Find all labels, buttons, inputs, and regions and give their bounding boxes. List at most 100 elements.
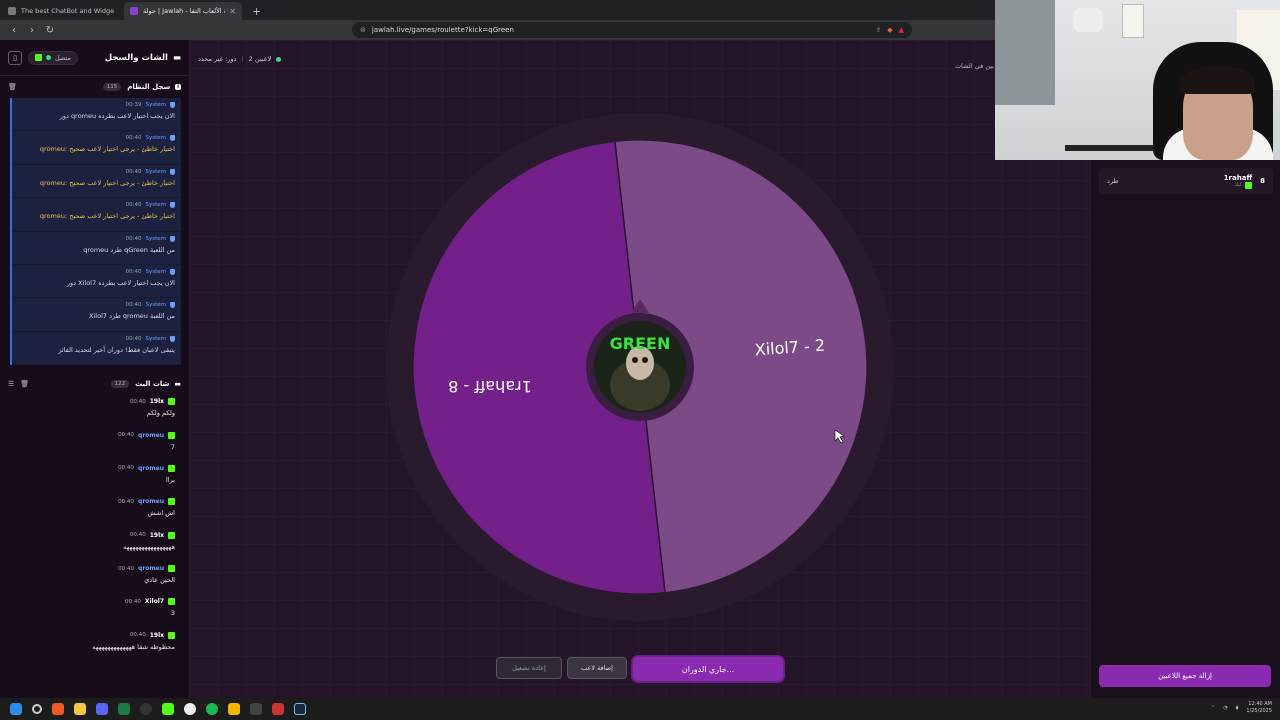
shield-icon	[170, 202, 175, 209]
app-icon[interactable]	[272, 703, 284, 715]
shield-icon	[170, 235, 175, 242]
close-tab-icon[interactable]: ✕	[229, 7, 236, 16]
excel-icon[interactable]	[118, 703, 130, 715]
status-dot-icon	[46, 55, 51, 60]
obs-icon[interactable]	[140, 703, 152, 715]
back-icon[interactable]: ‹	[6, 25, 22, 36]
chat-time: 00:40	[129, 532, 146, 539]
kick-badge-icon	[168, 498, 175, 506]
log-time: 00:40	[125, 202, 142, 209]
chat-message: 00:40 19lx محظوظه شقا هههههههههههههه	[0, 629, 189, 662]
live-chat-title: شات البث	[135, 380, 170, 389]
kick-badge-icon	[168, 531, 175, 539]
folder-icon[interactable]	[74, 703, 86, 715]
shield-icon	[170, 168, 175, 175]
remove-all-players-button[interactable]: إزالة جميع اللاعبين	[1099, 665, 1271, 687]
controller-on-wall	[1073, 8, 1103, 32]
shield-icon	[170, 335, 175, 342]
chat-username[interactable]: qromeu	[138, 432, 164, 439]
discord-icon[interactable]	[96, 703, 108, 715]
search-icon[interactable]	[32, 704, 42, 714]
chat-time: 00:40	[129, 398, 146, 405]
live-chat-count: 122	[110, 380, 130, 389]
windows-taskbar: ⌃ ◔ ◖ 12:40 AM 1/25/2025	[0, 698, 1280, 720]
system-log-item: 00:40 System Xilol7 طرد qromeu من اللعبة	[12, 298, 181, 332]
roulette-wheel[interactable]: 1rahaff - 8 Xilol7 - 2 GREEN	[386, 113, 894, 625]
reset-button[interactable]: إعادة تشغيل	[496, 657, 562, 679]
trash-icon[interactable]: 🗑	[20, 380, 29, 388]
log-text: Xilol7 طرد qromeu من اللعبة	[89, 312, 175, 321]
kick-icon	[1245, 181, 1253, 189]
chat-username[interactable]: 19lx	[150, 632, 164, 639]
sidebar-toggle-icon[interactable]: ▯	[8, 50, 22, 65]
log-time: 00:40	[125, 168, 142, 175]
player-platform: كيك	[1234, 182, 1243, 188]
chat-text: محظوظه شقا هههههههههههههه	[92, 642, 175, 651]
system-log-item: 00:40 System يتبقى لاعبان فقط! دوران أخير …	[12, 331, 181, 366]
volume-icon[interactable]: ◖	[1236, 705, 1239, 711]
tray-chevron-icon[interactable]: ⌃	[1211, 705, 1215, 711]
kick-badge-icon	[168, 565, 175, 573]
chat-username[interactable]: Xilol7	[145, 598, 164, 605]
brave-icon[interactable]	[52, 703, 64, 715]
system-log-item: 00:40 System qromeu طرد qGreen من اللعبة	[12, 231, 181, 265]
chat-time: 00:40	[118, 498, 135, 505]
network-icon[interactable]: ◔	[1223, 705, 1227, 711]
list-icon[interactable]: ☰	[8, 380, 14, 388]
kick-app-icon[interactable]	[162, 703, 174, 715]
chat-text: 7	[170, 442, 175, 451]
new-tab-icon[interactable]: +	[252, 5, 261, 18]
log-text: qromeu: اختيار خاطئ - يرجى اختيار لاعب ص…	[39, 145, 175, 154]
sidebar-title: الشات والسجل ▬	[104, 52, 181, 63]
chat-username[interactable]: qromeu	[138, 565, 164, 572]
site-info-icon[interactable]: ⊜	[360, 26, 366, 34]
browser-tab[interactable]: The best ChatBot and Widgets for Ki	[2, 2, 120, 20]
log-text: دور Xilol7 الان يجب اختيار لاعب بطرده	[66, 278, 175, 287]
chat-message: 00:40 19lx ههههههههههههههههه	[0, 529, 189, 562]
brave-rewards-icon[interactable]: ▲	[899, 26, 904, 34]
live-chat-header: ☰ 🗑 122 شات البث ▬	[0, 373, 189, 395]
log-text: دور qromeu الان يجب اختيار لاعب بطرده	[59, 112, 175, 120]
chat-text: ولكم ولكم	[146, 409, 175, 418]
share-icon[interactable]: ⇪	[875, 26, 881, 34]
forward-icon[interactable]: ›	[24, 25, 40, 36]
start-icon[interactable]	[10, 703, 22, 715]
kick-badge-icon	[168, 598, 175, 606]
shield-icon	[170, 135, 175, 142]
kick-player-button[interactable]: طرد	[1107, 177, 1119, 185]
reload-icon[interactable]: ↻	[42, 25, 58, 36]
log-time: 00:40	[125, 302, 142, 309]
player-entries: 8	[1260, 177, 1265, 185]
spotify-icon[interactable]	[206, 703, 218, 715]
steam-icon[interactable]	[294, 703, 306, 715]
chat-username[interactable]: 19lx	[150, 532, 164, 539]
brave-shield-icon[interactable]: ◆	[887, 26, 892, 34]
shield-icon	[170, 268, 175, 275]
kick-badge-icon	[168, 464, 175, 472]
screen: { "browser": { "tabs": [ {"title": "The …	[0, 0, 1280, 720]
kick-icon	[35, 54, 42, 61]
chat-message: 00:40 Xilol7 3	[0, 595, 189, 628]
system-log-title: سجل النظام	[127, 83, 171, 91]
app-icon[interactable]	[228, 703, 240, 715]
chat-username[interactable]: 19lx	[150, 398, 164, 405]
chat-message: 00:40 qromeu اش اشش	[0, 495, 189, 528]
clock[interactable]: 12:40 AM 1/25/2025	[1246, 701, 1272, 715]
chat-username[interactable]: qromeu	[138, 465, 164, 472]
spin-button[interactable]: جاري الدوران...	[633, 657, 783, 681]
chat-username[interactable]: qromeu	[138, 498, 164, 505]
chatgpt-icon[interactable]	[184, 703, 196, 715]
chat-time: 00:40	[118, 565, 135, 572]
app-icon[interactable]	[250, 703, 262, 715]
game-status-bar: دور: غير محدد | 2 لاعبين	[198, 55, 282, 63]
browser-tab-active[interactable]: جولة | Jawlah - منصة الألعاب التفا ✕	[124, 2, 242, 20]
add-player-button[interactable]: إضافة لاعب	[567, 657, 627, 679]
chat-text: اش اشش	[147, 509, 175, 518]
streamer-hair	[1181, 66, 1255, 94]
url-text: jawlah.live/games/roulette?kick=qGreen	[371, 26, 514, 34]
avatar-text: GREEN	[610, 334, 671, 353]
players-count: 2 لاعبين	[248, 55, 272, 63]
chat-time: 00:40	[118, 432, 135, 439]
trash-icon[interactable]: 🗑	[8, 83, 17, 91]
address-bar[interactable]: ⊜ jawlah.live/games/roulette?kick=qGreen…	[352, 22, 912, 38]
